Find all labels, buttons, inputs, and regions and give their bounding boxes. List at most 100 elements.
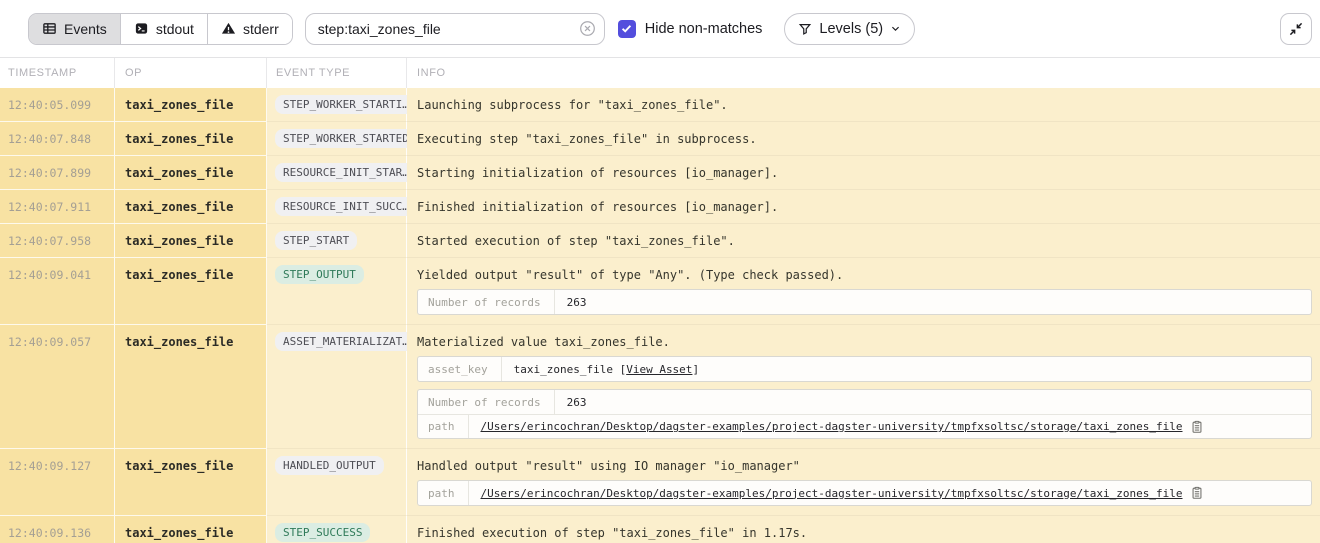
info-cell: Starting initialization of resources [io… bbox=[407, 156, 1320, 190]
info-text: Started execution of step "taxi_zones_fi… bbox=[417, 234, 1312, 248]
warning-icon bbox=[221, 21, 236, 36]
levels-filter-button[interactable]: Levels (5) bbox=[784, 13, 915, 45]
event-type-badge: STEP_WORKER_STARTI… bbox=[275, 95, 417, 114]
timestamp-cell: 12:40:09.057 bbox=[0, 325, 115, 449]
filter-funnel-icon bbox=[798, 22, 812, 36]
log-filter bbox=[305, 13, 605, 45]
search-input[interactable] bbox=[305, 13, 605, 45]
log-row: 12:40:07.911taxi_zones_fileRESOURCE_INIT… bbox=[0, 190, 1320, 224]
metadata-row: Number of records263 bbox=[418, 290, 1311, 314]
timestamp-cell: 12:40:07.848 bbox=[0, 122, 115, 156]
path-link[interactable]: /Users/erincochran/Desktop/dagster-examp… bbox=[481, 420, 1183, 433]
metadata-value: 263 bbox=[555, 290, 599, 314]
terminal-icon bbox=[134, 21, 149, 36]
copy-path-icon[interactable] bbox=[1190, 486, 1204, 500]
info-text: Finished execution of step "taxi_zones_f… bbox=[417, 526, 1312, 540]
log-row: 12:40:09.127taxi_zones_fileHANDLED_OUTPU… bbox=[0, 449, 1320, 516]
metadata-row: asset_key taxi_zones_file [View Asset] bbox=[418, 357, 1311, 381]
table-header: TIMESTAMP OP EVENT TYPE INFO bbox=[0, 58, 1320, 88]
metadata-table: asset_key taxi_zones_file [View Asset] bbox=[417, 356, 1312, 382]
tab-events-label: Events bbox=[64, 21, 107, 37]
timestamp-cell: 12:40:09.041 bbox=[0, 258, 115, 325]
info-text: Starting initialization of resources [io… bbox=[417, 166, 1312, 180]
event-type-badge: STEP_WORKER_STARTED bbox=[275, 129, 417, 148]
op-cell: taxi_zones_file bbox=[115, 516, 267, 543]
clear-search-icon[interactable] bbox=[579, 20, 597, 38]
info-cell: Finished execution of step "taxi_zones_f… bbox=[407, 516, 1320, 543]
op-cell: taxi_zones_file bbox=[115, 156, 267, 190]
metadata-text: 263 bbox=[567, 296, 587, 309]
op-cell: taxi_zones_file bbox=[115, 258, 267, 325]
metadata-value: /Users/erincochran/Desktop/dagster-examp… bbox=[469, 481, 1216, 505]
copy-path-icon[interactable] bbox=[1190, 420, 1204, 434]
op-cell: taxi_zones_file bbox=[115, 449, 267, 516]
column-header-op: OP bbox=[115, 58, 267, 88]
metadata-label: Number of records bbox=[418, 390, 555, 414]
hide-non-matches-toggle[interactable]: Hide non-matches bbox=[618, 20, 763, 38]
event-type-cell: RESOURCE_INIT_SUCC… bbox=[267, 190, 407, 224]
event-log-table: TIMESTAMP OP EVENT TYPE INFO 12:40:05.09… bbox=[0, 57, 1320, 543]
log-row: 12:40:07.848taxi_zones_file STEP_WORKER_S… bbox=[0, 122, 1320, 156]
levels-label: Levels (5) bbox=[819, 21, 883, 37]
metadata-value: 263 bbox=[555, 390, 599, 414]
timestamp-cell: 12:40:05.099 bbox=[0, 88, 115, 122]
metadata-label: asset_key bbox=[418, 357, 502, 381]
metadata-table: Number of records 263 path/Users/erincochr… bbox=[417, 389, 1312, 439]
info-cell: Handled output "result" using IO manager… bbox=[407, 449, 1320, 516]
event-type-badge: STEP_START bbox=[275, 231, 357, 250]
info-cell: Yielded output "result" of type "Any". (… bbox=[407, 258, 1320, 325]
tab-stdout-label: stdout bbox=[156, 21, 194, 37]
checkbox-checked-icon bbox=[618, 20, 636, 38]
collapse-arrows-icon bbox=[1288, 21, 1304, 37]
event-type-badge: RESOURCE_INIT_STAR… bbox=[275, 163, 417, 182]
timestamp-cell: 12:40:07.911 bbox=[0, 190, 115, 224]
timestamp-cell: 12:40:09.127 bbox=[0, 449, 115, 516]
tab-stderr[interactable]: stderr bbox=[207, 14, 292, 44]
timestamp-cell: 12:40:07.958 bbox=[0, 224, 115, 258]
op-cell: taxi_zones_file bbox=[115, 122, 267, 156]
info-cell: Finished initialization of resources [io… bbox=[407, 190, 1320, 224]
timestamp-cell: 12:40:09.136 bbox=[0, 516, 115, 543]
log-row: 12:40:09.136taxi_zones_file STEP_SUCCESS F… bbox=[0, 516, 1320, 543]
metadata-label: path bbox=[418, 415, 469, 438]
event-type-badge: STEP_SUCCESS bbox=[275, 523, 370, 542]
info-text: Materialized value taxi_zones_file. bbox=[417, 335, 1312, 349]
column-header-timestamp: TIMESTAMP bbox=[0, 58, 115, 88]
metadata-row: path/Users/erincochran/Desktop/dagster-e… bbox=[418, 481, 1311, 505]
log-row: 12:40:09.057taxi_zones_fileASSET_MATERIA… bbox=[0, 325, 1320, 449]
op-cell: taxi_zones_file bbox=[115, 190, 267, 224]
metadata-text: taxi_zones_file [View Asset] bbox=[514, 363, 699, 376]
info-text: Executing step "taxi_zones_file" in subp… bbox=[417, 132, 1312, 146]
tab-stdout[interactable]: stdout bbox=[120, 14, 207, 44]
tab-events[interactable]: Events bbox=[29, 14, 120, 44]
metadata-table: path/Users/erincochran/Desktop/dagster-e… bbox=[417, 480, 1312, 506]
event-type-cell: ASSET_MATERIALIZAT… bbox=[267, 325, 407, 449]
op-cell: taxi_zones_file bbox=[115, 224, 267, 258]
event-type-cell: STEP_SUCCESS bbox=[267, 516, 407, 543]
op-cell: taxi_zones_file bbox=[115, 325, 267, 449]
event-type-cell: STEP_START bbox=[267, 224, 407, 258]
log-row: 12:40:05.099taxi_zones_fileSTEP_WORKER_S… bbox=[0, 88, 1320, 122]
info-text: Yielded output "result" of type "Any". (… bbox=[417, 268, 1312, 282]
view-asset-link[interactable]: View Asset bbox=[626, 363, 692, 376]
metadata-value: /Users/erincochran/Desktop/dagster-examp… bbox=[469, 415, 1216, 438]
log-rows: 12:40:05.099taxi_zones_fileSTEP_WORKER_S… bbox=[0, 88, 1320, 543]
path-link[interactable]: /Users/erincochran/Desktop/dagster-examp… bbox=[481, 487, 1183, 500]
event-type-cell: RESOURCE_INIT_STAR… bbox=[267, 156, 407, 190]
log-view-tabs: Events stdout stderr bbox=[28, 13, 293, 45]
timestamp-cell: 12:40:07.899 bbox=[0, 156, 115, 190]
event-type-cell: STEP_WORKER_STARTI… bbox=[267, 88, 407, 122]
toolbar: Events stdout stderr bbox=[0, 0, 1320, 57]
info-cell: Started execution of step "taxi_zones_fi… bbox=[407, 224, 1320, 258]
event-type-badge: RESOURCE_INIT_SUCC… bbox=[275, 197, 417, 216]
metadata-value: taxi_zones_file [View Asset] bbox=[502, 357, 711, 381]
chevron-down-icon bbox=[890, 23, 901, 34]
table-icon bbox=[42, 21, 57, 36]
info-text: Launching subprocess for "taxi_zones_fil… bbox=[417, 98, 1312, 112]
event-type-cell: STEP_OUTPUT bbox=[267, 258, 407, 325]
collapse-panel-button[interactable] bbox=[1280, 13, 1312, 45]
metadata-text: 263 bbox=[567, 396, 587, 409]
column-header-info: INFO bbox=[407, 58, 1320, 88]
column-header-event-type: EVENT TYPE bbox=[267, 58, 407, 88]
info-cell: Materialized value taxi_zones_file.asset… bbox=[407, 325, 1320, 449]
